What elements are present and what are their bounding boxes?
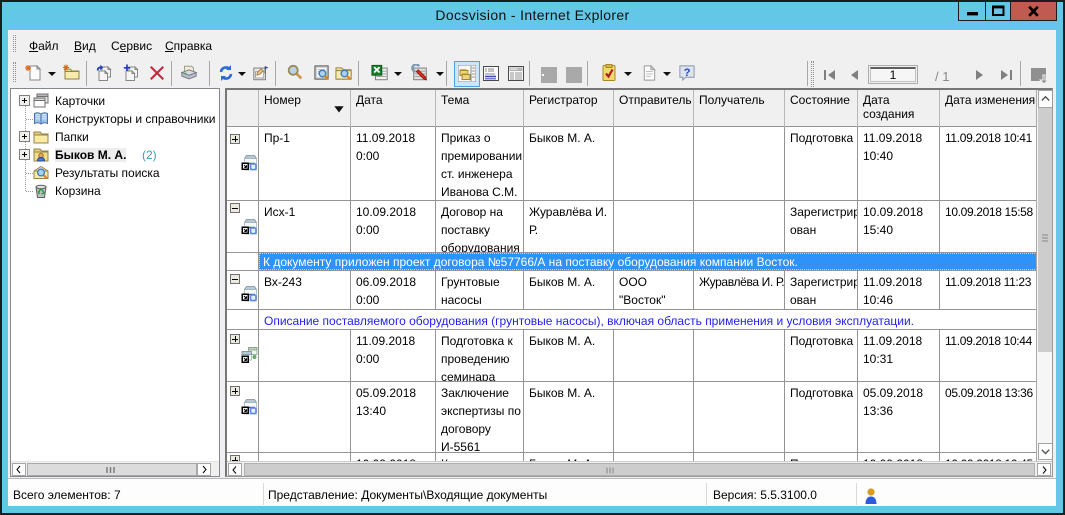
svg-text:?: ? bbox=[684, 67, 691, 79]
